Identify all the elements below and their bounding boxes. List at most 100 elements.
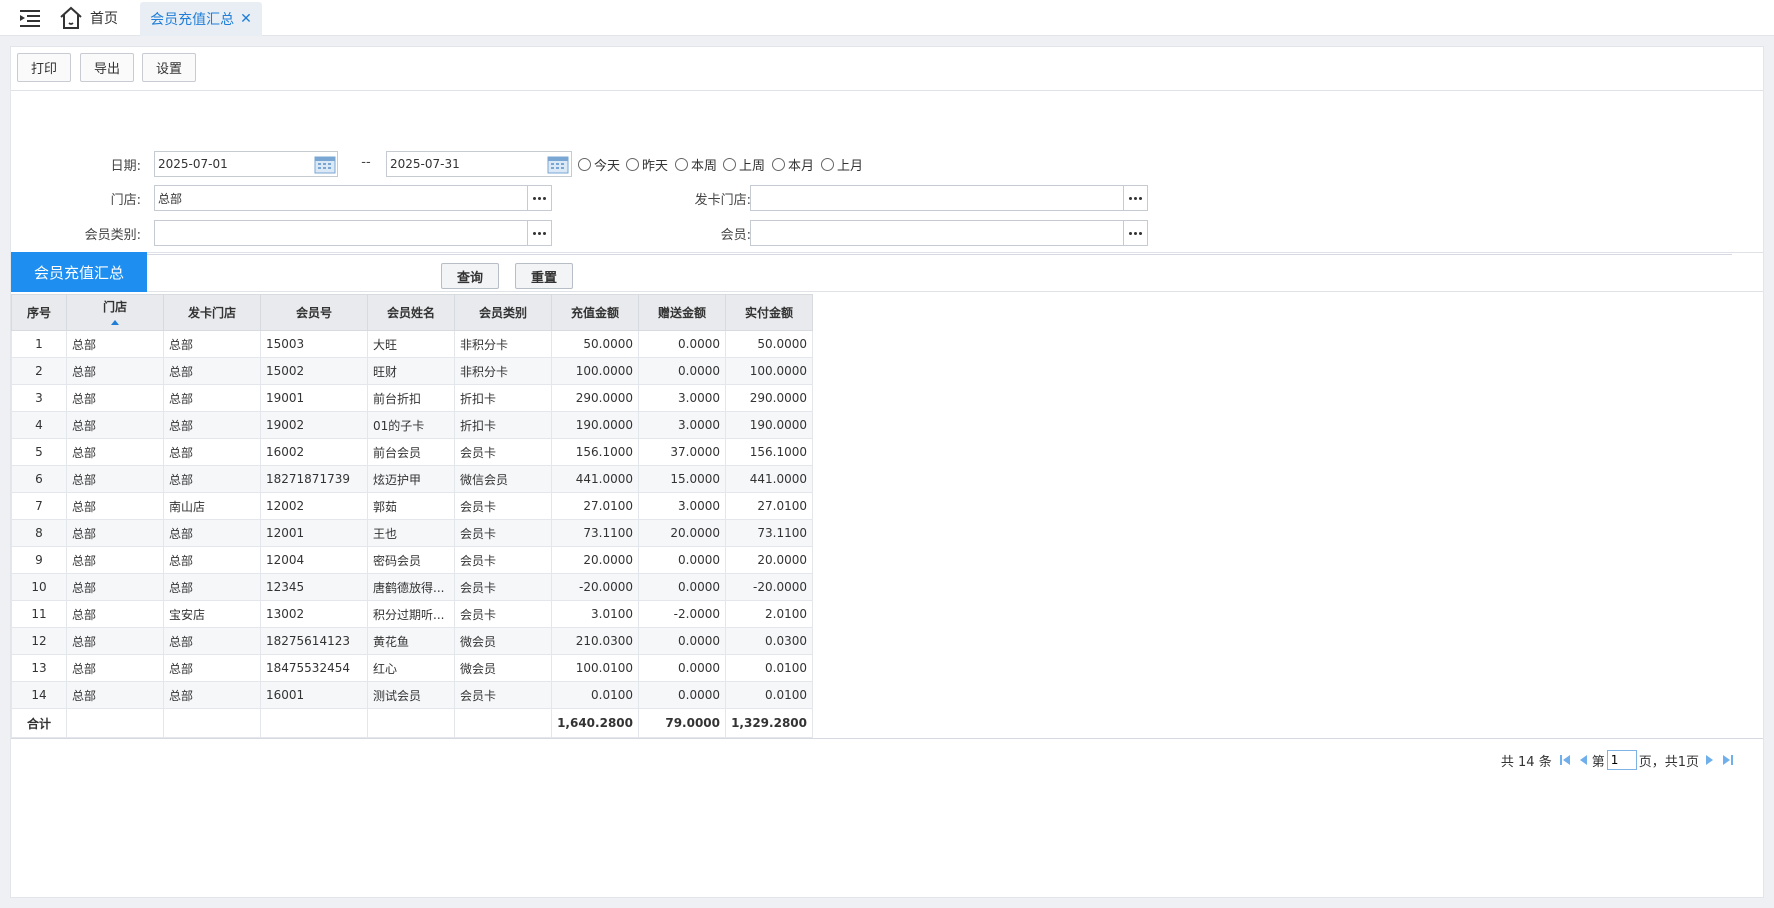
col-member-no-cell: 15003 (260, 330, 368, 358)
settings-button[interactable]: 设置 (142, 53, 196, 82)
store-picker-button[interactable] (528, 185, 552, 211)
col-card-store-header[interactable]: 发卡门店 (163, 294, 261, 331)
col-member-type-header[interactable]: 会员类别 (454, 294, 552, 331)
calendar-icon[interactable] (314, 154, 336, 174)
col-bonus-amount-header[interactable]: 赠送金额 (638, 294, 726, 331)
tab-member-recharge-summary[interactable]: 会员充值汇总 ✕ (140, 2, 262, 36)
card-store-picker-button[interactable] (1124, 185, 1148, 211)
col-index-cell: 14 (11, 681, 67, 709)
quick-range-label: 昨天 (642, 159, 669, 174)
first-page-icon[interactable] (1559, 754, 1570, 766)
col-card-store-cell: 总部 (163, 573, 261, 601)
column-header-label: 实付金额 (744, 306, 793, 320)
col-card-store-cell: 总部 (163, 438, 261, 466)
col-card-store-cell: 总部 (163, 411, 261, 439)
radio-circle (675, 158, 688, 171)
quick-range-label: 本周 (691, 159, 718, 174)
prev-page-icon[interactable] (1578, 754, 1588, 766)
quick-range-today[interactable]: 今天 (578, 155, 620, 174)
member-type-picker-button[interactable] (528, 220, 552, 246)
col-recharge-amount-cell: 27.0100 (551, 492, 639, 520)
col-index-cell: 5 (11, 438, 67, 466)
col-recharge-amount-header[interactable]: 充值金额 (551, 294, 639, 331)
table-row[interactable]: 9 总部 总部 12004 密码会员 会员卡 20.0000 0.0000 20.0000 (11, 546, 813, 574)
table-row[interactable]: 13 总部 总部 18475532454 红心 微会员 100.0100 0.0000 0.01… (11, 654, 813, 682)
quick-range-last-week[interactable]: 上周 (723, 155, 765, 174)
col-card-store-cell: 总部 (163, 330, 261, 358)
member-picker-button[interactable] (1124, 220, 1148, 246)
col-recharge-amount-cell: 156.1000 (551, 438, 639, 466)
col-member-no-cell: 15002 (260, 357, 368, 385)
table-row[interactable]: 3 总部 总部 19001 前台折扣 折扣卡 290.0000 3.0000 290.0000 (11, 384, 813, 412)
date-to-input[interactable] (386, 151, 572, 177)
next-page-icon[interactable] (1705, 754, 1715, 766)
col-index-header[interactable]: 序号 (11, 294, 67, 331)
store-input[interactable] (154, 185, 528, 211)
col-store-cell: 总部 (66, 384, 164, 412)
col-bonus-amount-cell: 0.0000 (638, 357, 726, 385)
quick-range-yesterday[interactable]: 昨天 (626, 155, 668, 174)
table-bottom-border (11, 738, 1763, 739)
sort-ascending-icon (111, 320, 119, 325)
tab-active-label: 会员充值汇总 (150, 12, 235, 28)
col-paid-amount-cell: 290.0000 (725, 384, 813, 412)
tab-home[interactable]: 首页 (58, 4, 118, 32)
date-from-input[interactable] (154, 151, 338, 177)
col-paid-amount-cell: 27.0100 (725, 492, 813, 520)
col-member-no-cell: 18475532454 (260, 654, 368, 682)
print-button[interactable]: 打印 (17, 53, 71, 82)
col-bonus-amount-cell: 3.0000 (638, 411, 726, 439)
col-bonus-amount-cell: 0.0000 (638, 546, 726, 574)
column-header-label: 发卡门店 (187, 306, 236, 320)
col-member-name-cell: 积分过期听... (367, 600, 455, 628)
col-member-no-cell: 18275614123 (260, 627, 368, 655)
page-number-input[interactable] (1606, 750, 1637, 770)
table-row[interactable]: 8 总部 总部 12001 王也 会员卡 73.1100 20.0000 73.1100 (11, 519, 813, 547)
col-recharge-amount-cell: 0.0100 (551, 681, 639, 709)
pager-page-prefix: 第 (1591, 754, 1605, 770)
table-row[interactable]: 12 总部 总部 18275614123 黄花鱼 微会员 210.0300 0.0000 0.0… (11, 627, 813, 655)
col-member-type-total-cell (454, 708, 552, 738)
quick-range-this-week[interactable]: 本周 (675, 155, 717, 174)
calendar-icon[interactable] (547, 154, 569, 174)
table-row[interactable]: 4 总部 总部 19002 01的子卡 折扣卡 190.0000 3.0000 190.0000 (11, 411, 813, 439)
col-paid-amount-header[interactable]: 实付金额 (725, 294, 813, 331)
member-type-input[interactable] (154, 220, 528, 246)
col-store-cell: 总部 (66, 600, 164, 628)
table-row[interactable]: 10 总部 总部 12345 唐鹤德放得... 会员卡 -20.0000 0.0000 -20.… (11, 573, 813, 601)
col-member-name-header[interactable]: 会员姓名 (367, 294, 455, 331)
member-input[interactable] (750, 220, 1124, 246)
col-recharge-amount-total-cell: 1,640.2800 (551, 708, 639, 738)
col-index-cell: 10 (11, 573, 67, 601)
close-icon[interactable]: ✕ (240, 11, 252, 27)
last-page-icon[interactable] (1723, 754, 1733, 766)
quick-range-last-month[interactable]: 上月 (821, 155, 863, 174)
col-store-header[interactable]: 门店 (66, 294, 164, 331)
table-row[interactable]: 5 总部 总部 16002 前台会员 会员卡 156.1000 37.0000 156.1000 (11, 438, 813, 466)
col-store-cell: 总部 (66, 438, 164, 466)
table-row[interactable]: 11 总部 宝安店 13002 积分过期听... 会员卡 3.0100 -2.0000 2.01… (11, 600, 813, 628)
col-store-cell: 总部 (66, 411, 164, 439)
tab-bar: 首页 会员充值汇总 ✕ (0, 0, 1774, 36)
col-member-type-cell: 微会员 (454, 654, 552, 682)
col-member-no-header[interactable]: 会员号 (260, 294, 368, 331)
menu-collapse-icon[interactable] (18, 8, 42, 28)
card-store-input[interactable] (750, 185, 1124, 211)
col-card-store-cell: 宝安店 (163, 600, 261, 628)
quick-range-this-month[interactable]: 本月 (772, 155, 814, 174)
col-recharge-amount-cell: 73.1100 (551, 519, 639, 547)
table-body: 1 总部 总部 15003 大旺 非积分卡 50.0000 0.0000 50.0000 2 总部总… (11, 330, 813, 738)
col-recharge-amount-cell: 290.0000 (551, 384, 639, 412)
export-button[interactable]: 导出 (80, 53, 134, 82)
table-row[interactable]: 2 总部 总部 15002 旺财 非积分卡 100.0000 0.0000 100.0000 (11, 357, 813, 385)
table-row[interactable]: 6 总部 总部 18271871739 炫迈护甲 微信会员 441.0000 15.0000 4… (11, 465, 813, 493)
table-row[interactable]: 14 总部 总部 16001 测试会员 会员卡 0.0100 0.0000 0.0100 (11, 681, 813, 709)
col-bonus-amount-cell: 3.0000 (638, 492, 726, 520)
toolbar: 打印 导出 设置 (11, 47, 1763, 91)
table-row[interactable]: 1 总部 总部 15003 大旺 非积分卡 50.0000 0.0000 50.0000 (11, 330, 813, 358)
table-row[interactable]: 7 总部 南山店 12002 郭茹 会员卡 27.0100 3.0000 27.0100 (11, 492, 813, 520)
quick-range-label: 上月 (837, 159, 864, 174)
column-header-label: 充值金额 (570, 306, 619, 320)
col-index-cell: 6 (11, 465, 67, 493)
col-index-cell: 12 (11, 627, 67, 655)
